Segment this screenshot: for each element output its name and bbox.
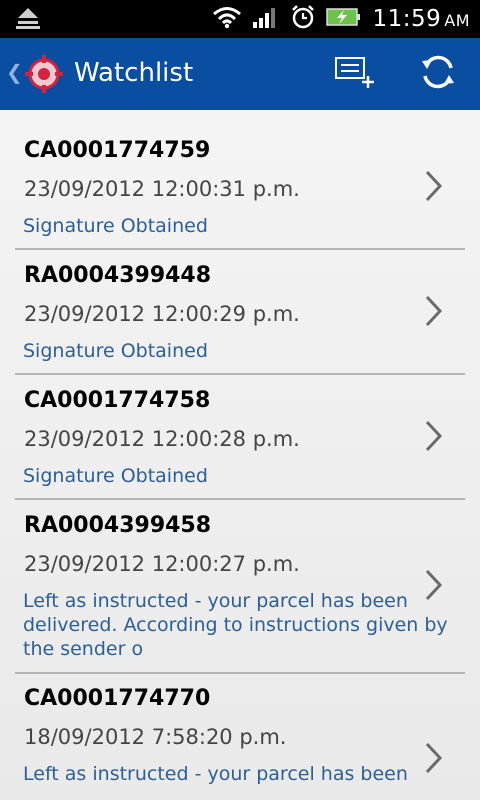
list-item[interactable]: RA0004399448 23/09/2012 12:00:29 p.m. Si…: [0, 250, 480, 373]
add-to-list-icon: [332, 54, 376, 94]
status-clock: 11:59 AM: [372, 6, 470, 32]
signal-icon: [252, 5, 280, 33]
refresh-button[interactable]: [414, 50, 462, 98]
list-item[interactable]: CA0001774758 23/09/2012 12:00:28 p.m. Si…: [0, 375, 480, 498]
item-datetime: 23/09/2012 12:00:27 p.m.: [24, 552, 300, 576]
item-id: RA0004399458: [24, 513, 212, 538]
status-bar: 11:59 AM: [0, 0, 480, 38]
item-datetime: 18/09/2012 7:58:20 p.m.: [24, 725, 287, 749]
chevron-right-icon[interactable]: [424, 419, 444, 453]
item-id: CA0001774770: [24, 686, 211, 711]
action-bar: ❮ Watchlist: [0, 38, 480, 110]
list-item[interactable]: CA0001774770 18/09/2012 7:58:20 p.m. Lef…: [0, 674, 480, 800]
notification-icon: [14, 6, 42, 36]
chevron-right-icon[interactable]: [424, 169, 444, 203]
item-id: CA0001774759: [24, 138, 211, 163]
item-id: CA0001774758: [24, 388, 211, 413]
item-status: Signature Obtained: [23, 215, 208, 237]
clock-ampm: AM: [444, 11, 470, 30]
refresh-icon: [418, 52, 458, 96]
item-datetime: 23/09/2012 12:00:28 p.m.: [24, 427, 300, 451]
item-status: Left as instructed - your parcel has bee…: [23, 763, 408, 785]
item-status: Left as instructed - your parcel has bee…: [23, 590, 448, 660]
clock-time: 11:59: [372, 6, 442, 32]
back-chevron-icon[interactable]: ❮: [6, 60, 23, 84]
alarm-icon: [290, 4, 316, 34]
item-id: RA0004399448: [24, 263, 212, 288]
page-title: Watchlist: [74, 58, 194, 88]
chevron-right-icon[interactable]: [424, 741, 444, 775]
target-logo-icon[interactable]: [24, 54, 64, 94]
add-to-list-button[interactable]: [330, 50, 378, 98]
item-datetime: 23/09/2012 12:00:29 p.m.: [24, 302, 300, 326]
list-item[interactable]: RA0004399458 23/09/2012 12:00:27 p.m. Le…: [0, 500, 480, 672]
list-item[interactable]: CA0001774759 23/09/2012 12:00:31 p.m. Si…: [0, 110, 480, 248]
chevron-right-icon[interactable]: [424, 294, 444, 328]
watchlist: CA0001774759 23/09/2012 12:00:31 p.m. Si…: [0, 110, 480, 800]
wifi-icon: [212, 5, 242, 33]
item-datetime: 23/09/2012 12:00:31 p.m.: [24, 177, 300, 201]
item-status: Signature Obtained: [23, 340, 208, 362]
chevron-right-icon[interactable]: [424, 568, 444, 602]
item-status: Signature Obtained: [23, 465, 208, 487]
battery-charging-icon: [326, 6, 362, 32]
